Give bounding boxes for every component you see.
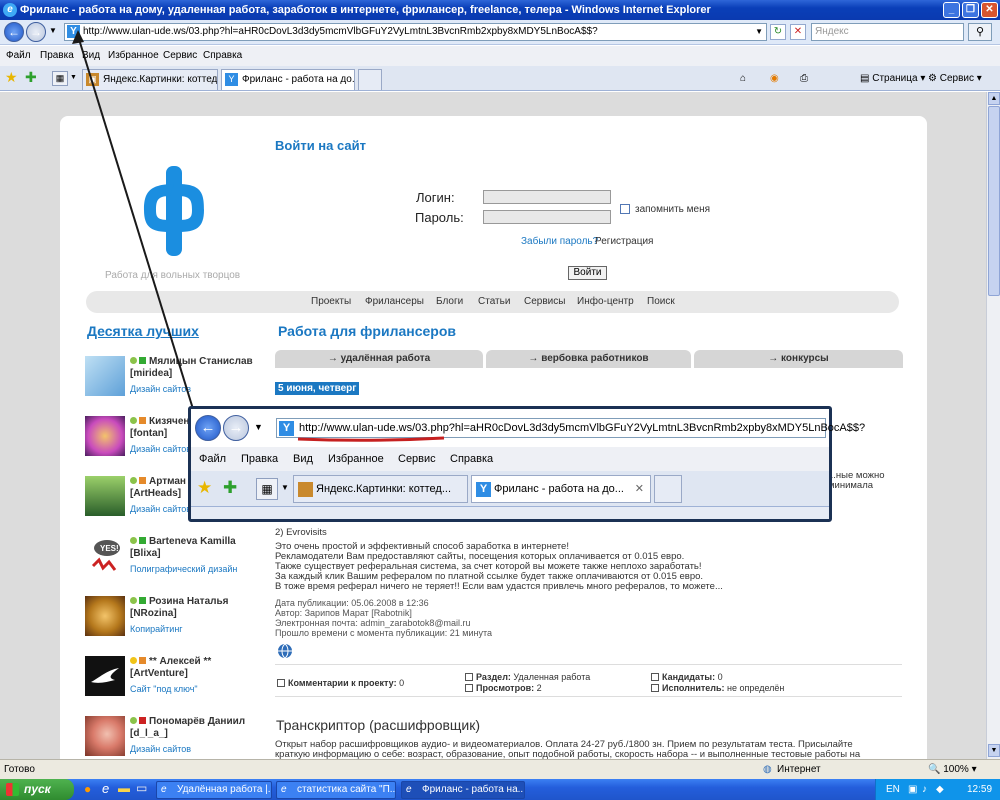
- zoom-new-tab: [654, 475, 682, 503]
- ie-icon: e: [406, 784, 412, 795]
- taskbar: пуск ● e ▬ ▭ e Удалённая работа |... e ста…: [0, 779, 1000, 800]
- status-text: Готово: [4, 764, 35, 775]
- zoom-address-field: Y http://www.ulan-ude.ws/03.php?hl=aHR0c…: [276, 418, 865, 438]
- tray-security-icon[interactable]: ◆: [936, 779, 944, 800]
- quicklaunch-ie-icon[interactable]: e: [102, 781, 109, 796]
- zoom-level-button[interactable]: 🔍 100% ▾: [928, 760, 977, 780]
- system-tray: EN ▣ ♪ ◆ 12:59: [875, 779, 1000, 800]
- zoom-callout: ← → ▼ Y http://www.ulan-ude.ws/03.php?hl…: [188, 406, 865, 522]
- tray-volume-icon[interactable]: ♪: [922, 779, 927, 800]
- zoom-star-icon: ★: [197, 478, 213, 497]
- windows-flag-icon: [6, 783, 19, 796]
- zone-text: Интернет: [777, 764, 821, 775]
- quicklaunch-folder-icon[interactable]: ▬: [118, 781, 130, 795]
- zoom-add-favorite-icon: ✚: [223, 478, 238, 497]
- start-button[interactable]: пуск: [0, 779, 74, 800]
- zoom-menu-bar: Файл Правка Вид Избранное Сервис Справка: [191, 447, 829, 471]
- zoom-forward-icon: →: [223, 415, 249, 441]
- zoom-tab-close-icon: ✕: [634, 483, 644, 495]
- zoom-tab-freelance: Y Фриланс - работа на до... ✕: [471, 475, 651, 503]
- zoom-tab-yandex: Яндекс.Картинки: коттед...: [293, 475, 468, 503]
- zoom-favicon-icon: Y: [476, 482, 491, 497]
- taskbar-item-remote-work[interactable]: e Удалённая работа |...: [156, 781, 272, 799]
- quicklaunch-desktop-icon[interactable]: ▭: [136, 781, 147, 795]
- taskbar-item-stats[interactable]: e статистика сайта "П...: [276, 781, 396, 799]
- ie-icon: e: [281, 784, 287, 795]
- status-bar: Готово ◍ Интернет 🔍 100% ▾: [0, 759, 1000, 779]
- language-indicator[interactable]: EN: [886, 779, 900, 800]
- taskbar-item-freelance[interactable]: e Фриланс - работа на...: [401, 781, 525, 799]
- zoom-dropdown-icon: ▼: [254, 422, 263, 432]
- annotation-arrow-icon: [72, 30, 194, 410]
- zoom-image-favicon-icon: [298, 482, 313, 497]
- ie-icon: e: [161, 784, 167, 795]
- internet-zone-icon: ◍: [763, 764, 772, 775]
- zoom-tabs-dropdown-icon: ▼: [281, 483, 289, 492]
- clock: 12:59: [967, 784, 993, 795]
- zoom-quick-tabs-icon: ▦: [256, 478, 278, 500]
- tray-network-icon[interactable]: ▣: [908, 779, 917, 800]
- zoom-back-icon: ←: [195, 415, 221, 441]
- zoom-favicon-icon: Y: [279, 421, 294, 436]
- quicklaunch-media-icon[interactable]: ●: [84, 782, 91, 796]
- red-underline-icon: [297, 436, 445, 442]
- zoom-tab-bar: ★ ✚ ▦ ▼ Яндекс.Картинки: коттед... Y Фри…: [191, 471, 829, 507]
